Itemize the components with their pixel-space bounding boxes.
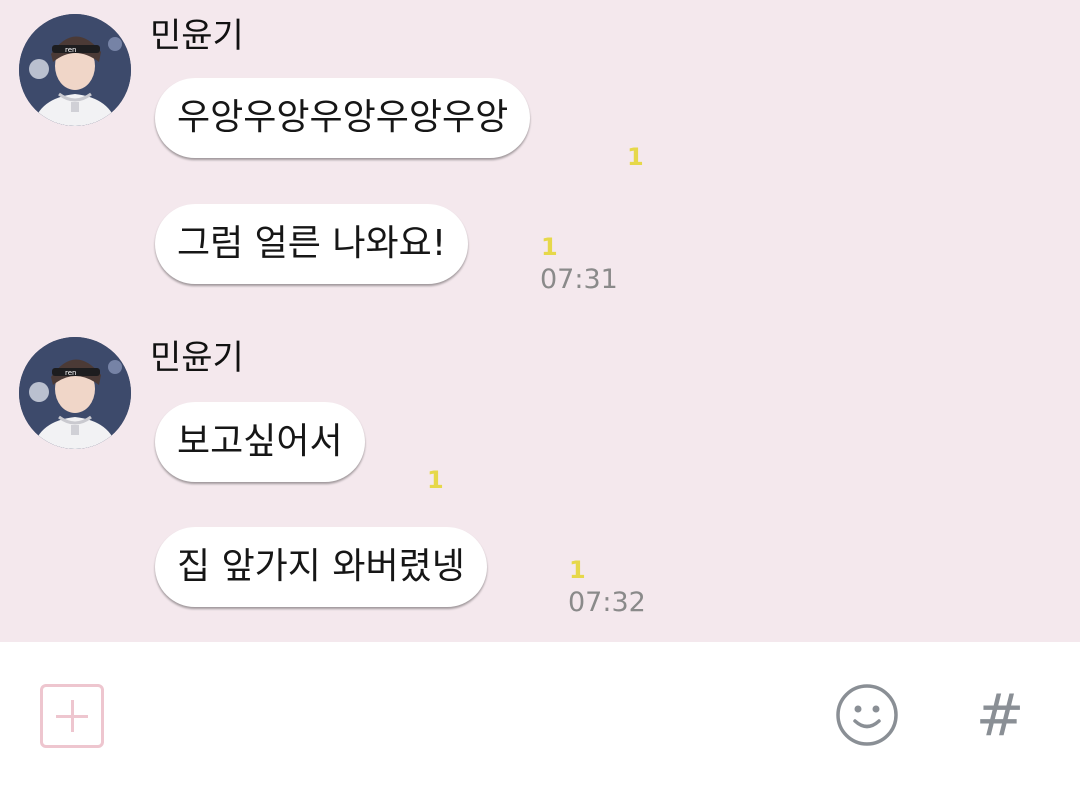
sender-avatar[interactable]: ren: [19, 337, 131, 449]
sender-name: 민윤기: [150, 338, 244, 378]
unread-count: 1: [627, 143, 644, 171]
plus-icon[interactable]: [40, 684, 104, 748]
hashtag-search-button[interactable]: #: [972, 684, 1028, 746]
message-timestamp: 07:31: [540, 264, 618, 295]
message-bubble[interactable]: 그럼 얼른 나와요!: [155, 204, 469, 284]
unread-count: 1: [427, 466, 444, 494]
profile-photo: ren: [19, 14, 131, 126]
sender-avatar[interactable]: ren: [19, 14, 131, 126]
chat-screen: ren 민윤기 우앙우앙우앙우앙우앙 1 그럼 얼른 나와요! 1 07:31 …: [0, 0, 1080, 786]
svg-text:ren: ren: [65, 369, 76, 377]
smiley-icon[interactable]: [834, 682, 900, 748]
message-timestamp: 07:32: [568, 587, 646, 618]
message-bubble[interactable]: 집 앞가지 와버렸넹: [155, 527, 487, 607]
profile-photo: ren: [19, 337, 131, 449]
svg-text:ren: ren: [65, 46, 76, 54]
unread-count: 1: [569, 556, 586, 584]
message-bubble[interactable]: 보고싶어서: [155, 402, 365, 482]
message-list[interactable]: ren 민윤기 우앙우앙우앙우앙우앙 1 그럼 얼른 나와요! 1 07:31 …: [0, 0, 1080, 642]
sender-name: 민윤기: [150, 16, 244, 56]
message-bubble[interactable]: 우앙우앙우앙우앙우앙: [155, 78, 531, 158]
unread-count: 1: [541, 233, 558, 261]
message-input-bar: #: [0, 642, 1080, 786]
